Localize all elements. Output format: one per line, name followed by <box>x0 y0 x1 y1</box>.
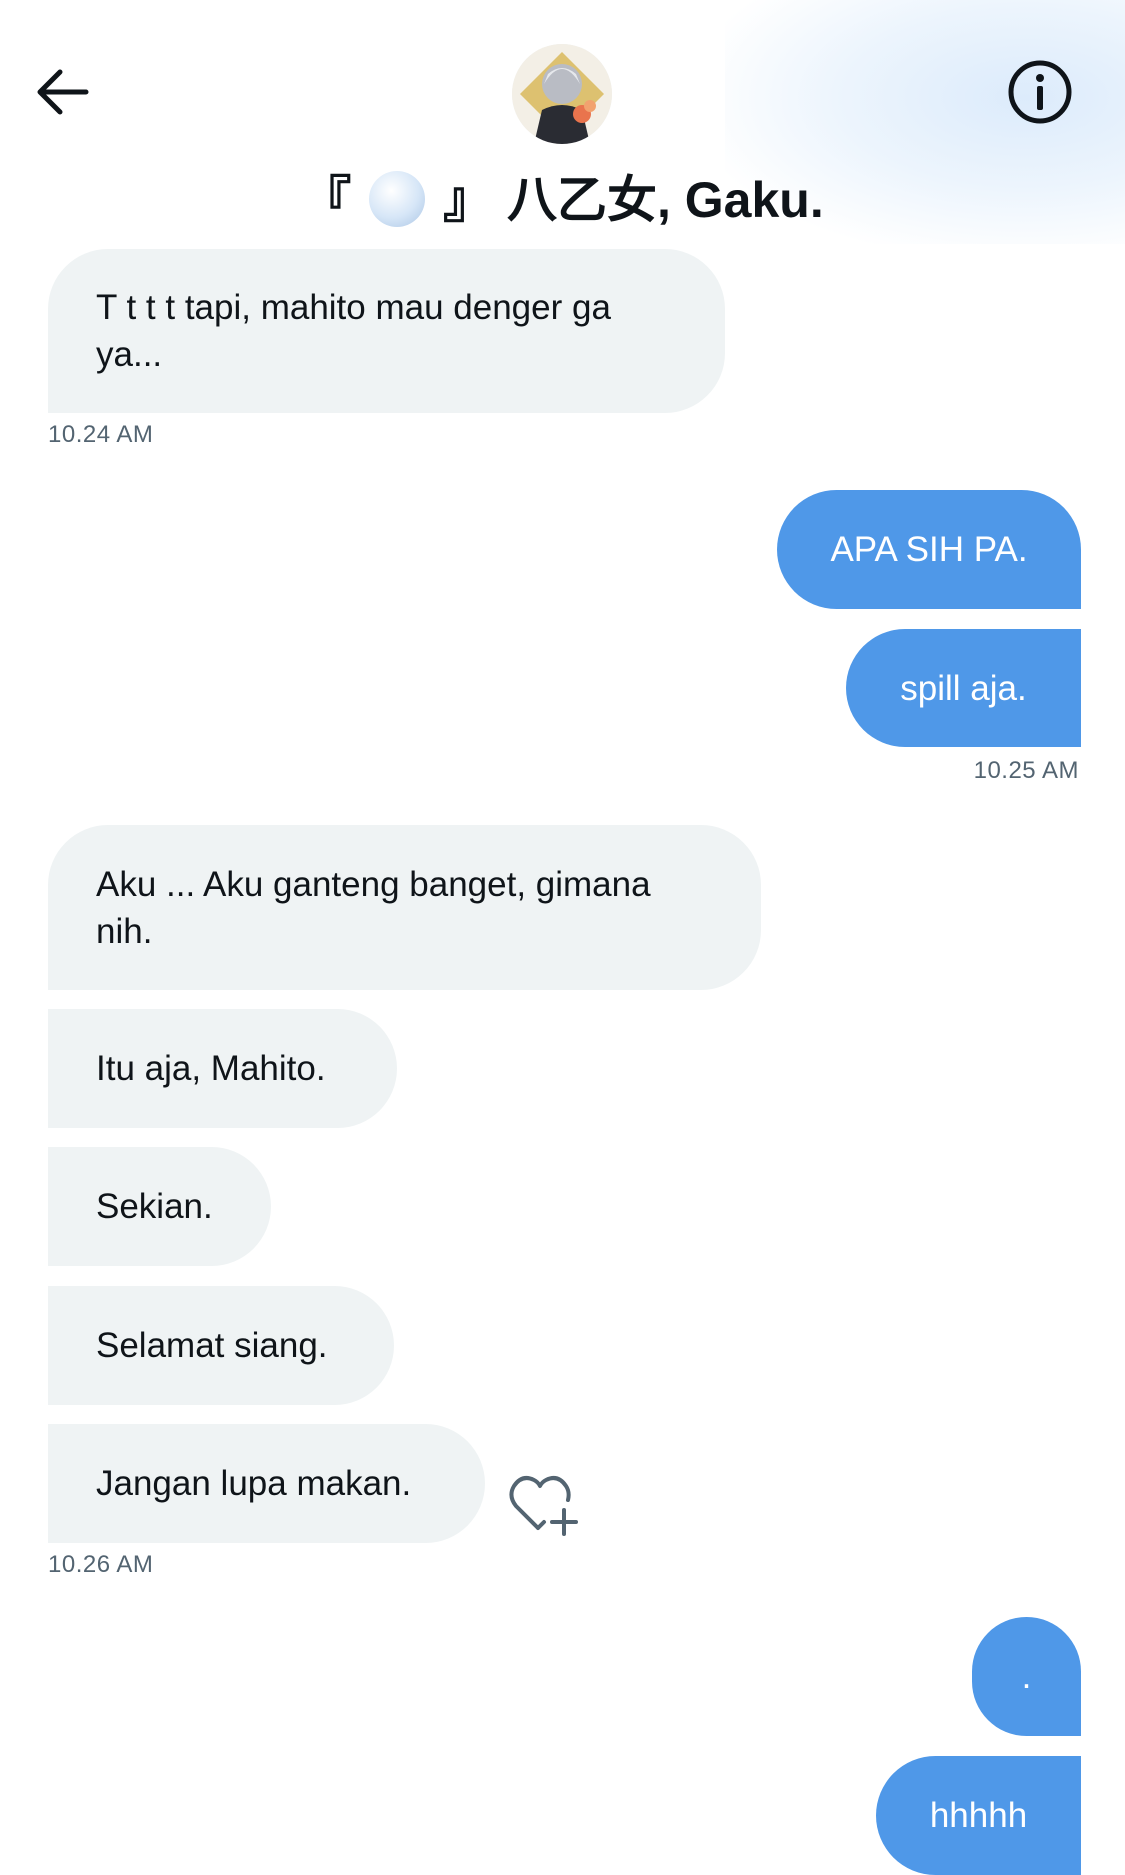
message-bubble-incoming[interactable]: T t t t tapi, mahito mau denger ga ya... <box>48 249 725 413</box>
avatar-image <box>512 44 612 144</box>
message-bubble-incoming[interactable]: Sekian. <box>48 1147 271 1266</box>
conversation-title: 『 』 八乙女, Gaku. <box>0 160 1125 232</box>
message-timestamp: 10.24 AM <box>48 421 154 448</box>
like-button[interactable] <box>508 1470 584 1540</box>
message-bubble-outgoing[interactable]: spill aja. <box>846 629 1081 747</box>
message-text: Sekian. <box>96 1187 213 1226</box>
message-text: hhhhh <box>929 1796 1028 1835</box>
heart-plus-icon <box>509 1476 578 1536</box>
message-timestamp: 10.25 AM <box>973 757 1079 784</box>
message-text: Aku ... Aku ganteng banget, gimana nih. <box>96 864 651 951</box>
message-bubble-outgoing[interactable]: APA SIH PA. <box>777 490 1081 609</box>
fan-emoji-icon <box>369 171 426 227</box>
message-bubble-incoming[interactable]: Itu aja, Mahito. <box>48 1009 397 1128</box>
message-text: Jangan lupa makan. <box>96 1464 412 1503</box>
message-text: spill aja. <box>900 668 1027 708</box>
title-bracket-open: 『 <box>301 172 352 228</box>
title-bracket-close: 』 <box>443 172 494 228</box>
message-bubble-incoming[interactable]: Selamat siang. <box>48 1286 394 1405</box>
back-button[interactable] <box>30 60 94 124</box>
message-bubble-incoming[interactable]: Aku ... Aku ganteng banget, gimana nih. <box>48 825 761 990</box>
message-text: APA SIH PA. <box>830 530 1028 569</box>
title-name: 八乙女, Gaku. <box>506 172 824 228</box>
conversation-header: 『 』 八乙女, Gaku. <box>0 0 1125 244</box>
message-bubble-outgoing[interactable]: hhhhh <box>876 1756 1081 1875</box>
message-text: T t t t tapi, mahito mau denger ga ya... <box>96 288 611 374</box>
avatar[interactable] <box>512 44 612 144</box>
message-text: . <box>1021 1657 1032 1696</box>
message-text: Itu aja, Mahito. <box>96 1049 326 1088</box>
message-bubble-outgoing[interactable]: . <box>972 1617 1081 1736</box>
message-text: Selamat siang. <box>96 1326 328 1365</box>
message-bubble-incoming[interactable]: Jangan lupa makan. <box>48 1424 485 1543</box>
info-button[interactable] <box>1006 58 1074 126</box>
info-icon <box>1008 60 1072 124</box>
message-timestamp: 10.26 AM <box>48 1551 154 1578</box>
arrow-left-icon <box>37 69 89 115</box>
